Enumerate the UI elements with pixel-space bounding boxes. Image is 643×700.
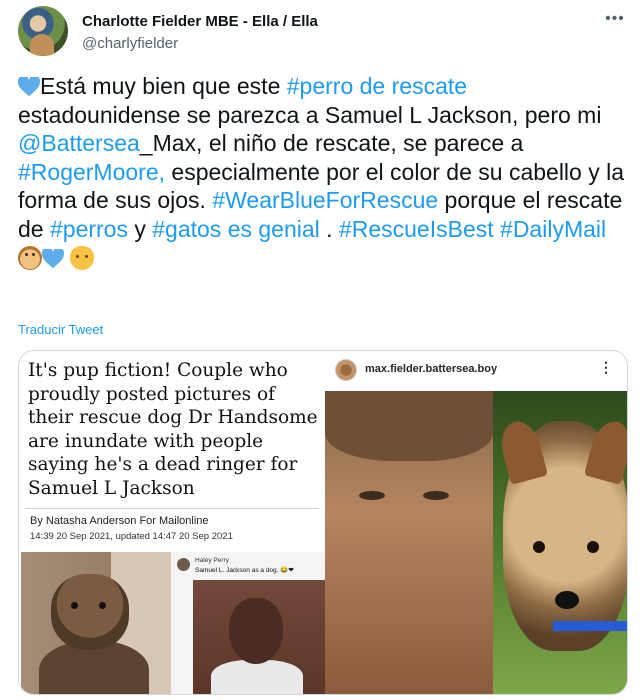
instagram-post-screenshot[interactable]: max.fielder.battersea.boy ⋮ <box>325 351 627 694</box>
commenter-avatar <box>177 558 190 571</box>
commenter-name: Haley Perry <box>195 557 229 564</box>
hashtag-link[interactable]: #perro de rescate <box>287 73 467 99</box>
blue-heart-icon <box>17 75 41 97</box>
tweet-text-segment: Está muy bien que este <box>40 73 287 99</box>
dog-face-icon <box>18 245 42 270</box>
comment-screenshot: Haley Perry Samuel L. Jackson as a dog. … <box>171 552 325 694</box>
hashtag-link[interactable]: #WearBlueForRescue <box>212 187 438 213</box>
article-headline: It's pup fiction! Couple who proudly pos… <box>28 360 318 499</box>
tweet-text-segment: y <box>127 215 153 242</box>
instagram-avatar <box>335 359 357 381</box>
tweet-text-segment: . <box>319 215 339 242</box>
translate-tweet-link[interactable]: Traducir Tweet <box>18 322 103 337</box>
more-options-icon[interactable]: ••• <box>604 8 626 30</box>
tweet-media[interactable]: It's pup fiction! Couple who proudly pos… <box>18 350 628 695</box>
tweet-text-segment: estadounidense se parezca a Samuel L Jac… <box>18 101 602 128</box>
blue-heart-icon <box>41 247 65 268</box>
news-article-screenshot[interactable]: It's pup fiction! Couple who proudly pos… <box>19 351 325 694</box>
hashtag-link[interactable]: #gatos es genial <box>152 216 320 242</box>
article-date: 14:39 20 Sep 2021, updated 14:47 20 Sep … <box>30 531 233 542</box>
hashtag-link[interactable]: #perros <box>50 216 128 242</box>
hashtag-link[interactable]: @Battersea <box>18 130 140 156</box>
tweet-text: Está muy bien que este #perro de rescate… <box>17 72 628 272</box>
display-name[interactable]: Charlotte Fielder MBE - Ella / Ella <box>82 12 318 31</box>
user-handle[interactable]: @charlyfielder <box>82 34 318 53</box>
dog-photo <box>21 552 171 694</box>
tweet-header: Charlotte Fielder MBE - Ella / Ella @cha… <box>18 6 628 58</box>
avatar[interactable] <box>18 6 68 56</box>
divider <box>25 508 319 509</box>
hashtag-link[interactable]: #DailyMail <box>500 216 606 242</box>
tweet-text-segment: _Max, el niño de rescate, se parece a <box>139 130 524 157</box>
instagram-username: max.fielder.battersea.boy <box>365 363 498 375</box>
vertical-dots-icon: ⋮ <box>599 359 613 375</box>
author-info[interactable]: Charlotte Fielder MBE - Ella / Ella @cha… <box>82 12 318 53</box>
actor-photo <box>193 580 325 694</box>
hashtag-link[interactable]: #RogerMoore, <box>18 159 165 185</box>
comment-text: Samuel L. Jackson as a dog. 😂❤ <box>195 567 294 574</box>
actor-portrait <box>325 391 493 694</box>
yorkie-photo <box>493 391 627 694</box>
cat-face-icon <box>70 245 95 270</box>
article-byline: By Natasha Anderson For Mailonline <box>30 515 209 527</box>
hashtag-link[interactable]: #RescueIsBest <box>339 216 494 242</box>
comparison-photo <box>325 391 627 694</box>
